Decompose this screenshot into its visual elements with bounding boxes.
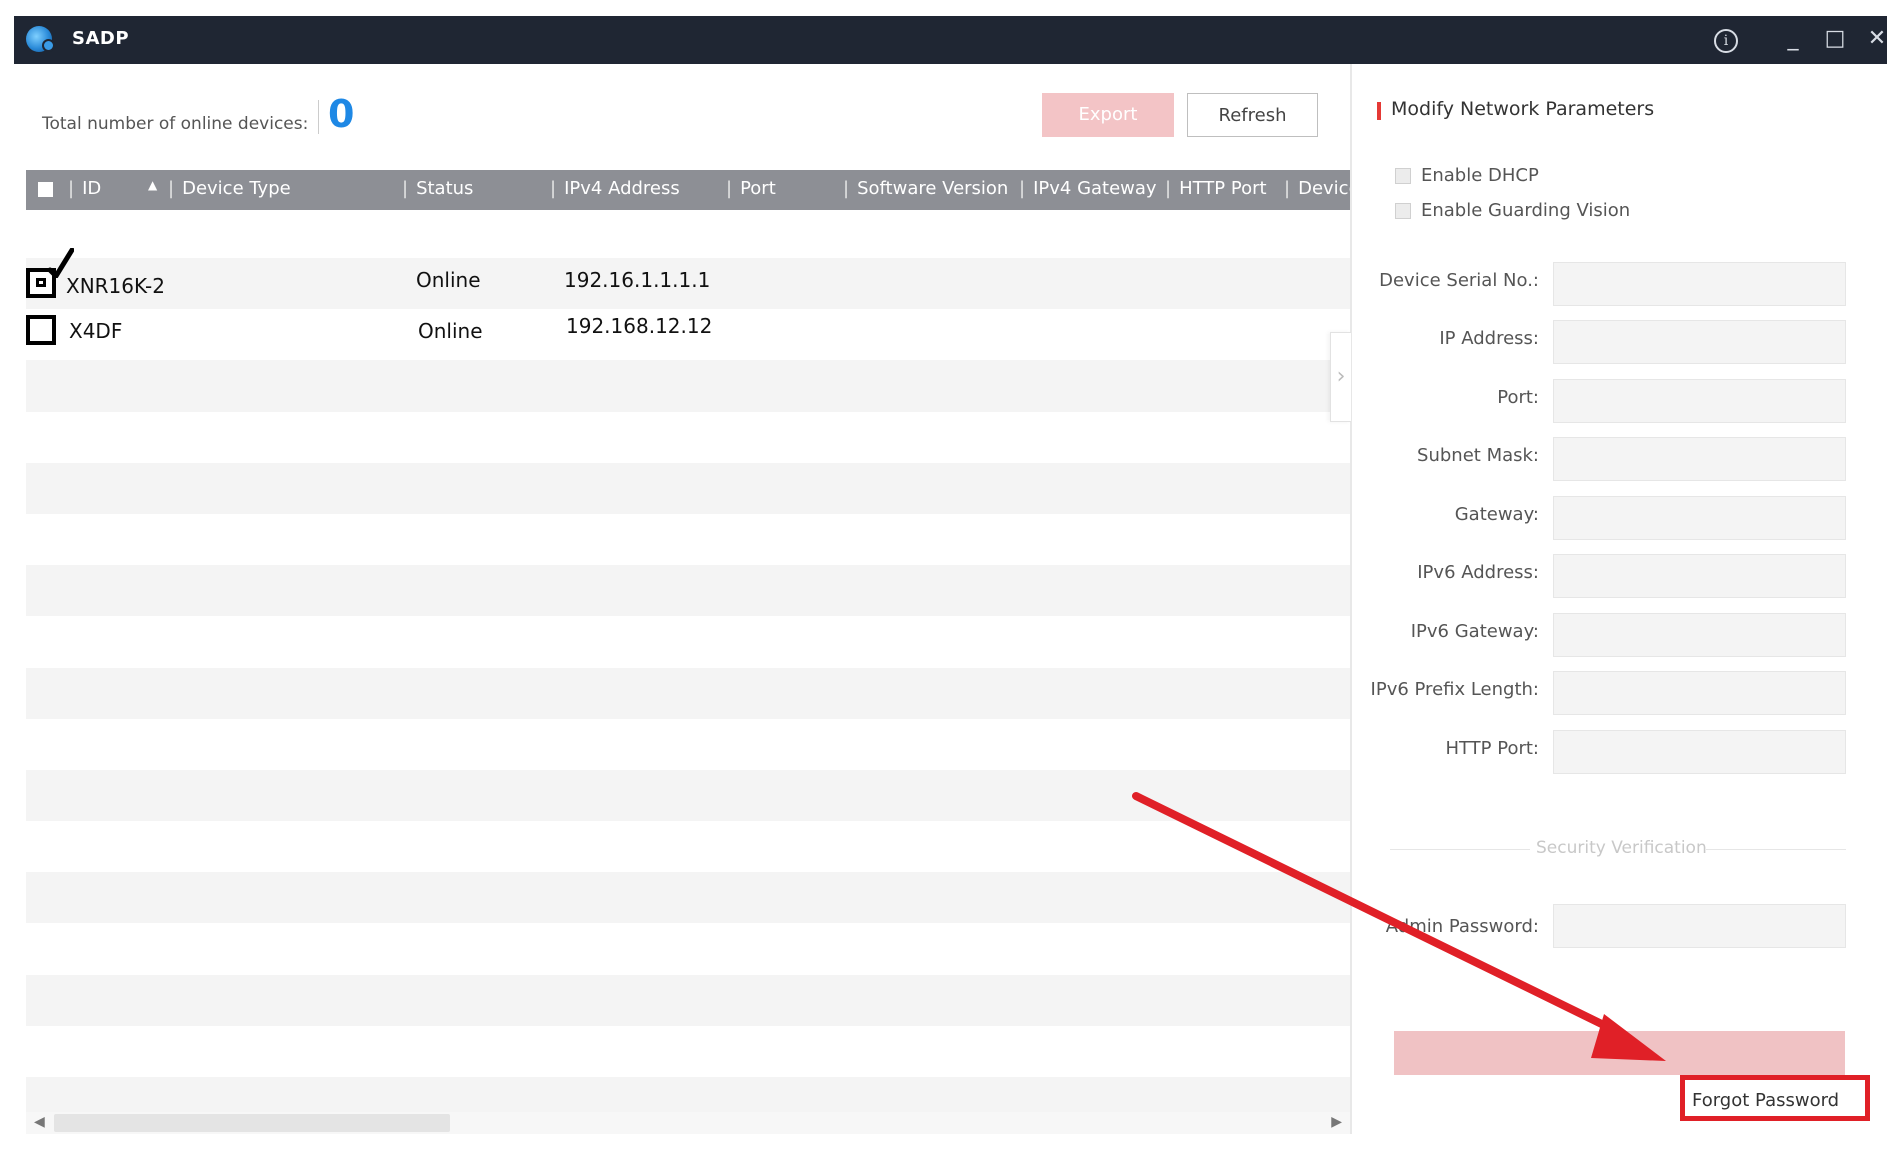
sort-asc-icon[interactable]: ▲ [148,178,157,192]
device-table-header: ID ▲ Device Type Status IPv4 Address Por… [26,170,1350,210]
info-icon[interactable]: i [1711,24,1741,54]
table-row [26,462,1350,514]
table-row [26,872,1350,924]
table-row [26,719,1350,770]
ip-address-label: IP Address: [1439,328,1539,349]
panel-title-accent [1377,102,1381,120]
device-id: X4DF [69,319,123,344]
table-row [26,923,1350,974]
serial-field[interactable] [1553,262,1846,306]
maximize-icon[interactable]: □ [1820,24,1850,54]
device-table-body: XNR16K-2 Online 192.16.1.1.1.1 X4DF Onli… [26,248,1350,1129]
table-row [26,667,1350,719]
subnet-mask-label: Subnet Mask: [1417,445,1539,466]
device-ipv4: 192.16.1.1.1.1 [564,268,711,292]
export-button[interactable]: Export [1042,93,1174,137]
ipv6-prefix-length-label: IPv6 Prefix Length: [1370,679,1539,700]
table-row [26,974,1350,1026]
table-row [26,1026,1350,1077]
panel-divider [1350,64,1352,1134]
gateway-field[interactable] [1553,496,1846,540]
minimize-icon[interactable]: _ [1778,24,1808,54]
row-checkbox[interactable] [26,315,56,346]
chevron-right-icon[interactable]: › [1330,332,1351,422]
enable-guarding-vision-label: Enable Guarding Vision [1421,200,1631,221]
enable-dhcp-label: Enable DHCP [1421,165,1539,186]
divider [1390,849,1530,850]
app-logo-icon [26,26,55,52]
select-all-checkbox[interactable] [38,182,53,197]
security-verification-heading: Security Verification [1536,838,1707,858]
http-port-field[interactable] [1553,730,1846,774]
panel-title: Modify Network Parameters [1391,98,1655,120]
column-header-device-type[interactable]: Device Type [168,178,291,199]
ipv6-address-field[interactable] [1553,554,1846,598]
gateway-label: Gateway: [1454,504,1539,525]
device-status: Online [418,319,483,344]
column-header-ipv4-gateway[interactable]: IPv4 Gateway [1019,178,1157,199]
ipv6-gateway-label: IPv6 Gateway: [1410,621,1539,642]
scroll-thumb[interactable] [54,1114,450,1132]
table-row [26,821,1350,872]
title-bar: SADP i _ □ ✕ [14,16,1887,64]
scroll-left-icon[interactable]: ◀ [34,1114,45,1130]
divider [1706,849,1846,850]
port-field[interactable] [1553,379,1846,423]
forgot-password-link[interactable]: Forgot Password [1692,1090,1839,1111]
online-devices-count: 0 [328,92,355,136]
scroll-right-icon[interactable]: ▶ [1331,1114,1342,1130]
table-row [26,616,1350,667]
device-ipv4: 192.168.12.12 [566,314,713,339]
app-title: SADP [72,28,130,49]
online-devices-label: Total number of online devices: [42,114,309,134]
table-row[interactable]: XNR16K-2 Online 192.16.1.1.1.1 [26,248,1350,310]
horizontal-scrollbar[interactable]: ◀ ▶ [26,1112,1350,1134]
subnet-mask-field[interactable] [1553,437,1846,481]
column-header-status[interactable]: Status [402,178,473,199]
divider [318,100,319,134]
admin-password-field[interactable] [1553,904,1846,948]
serial-label: Device Serial No.: [1379,270,1539,291]
column-header-id[interactable]: ID [68,178,101,199]
ipv6-gateway-field[interactable] [1553,613,1846,657]
refresh-button[interactable]: Refresh [1187,93,1318,137]
modify-button[interactable]: M [1394,1031,1845,1075]
column-header-ipv4-address[interactable]: IPv4 Address [550,178,680,199]
ipv6-prefix-length-field[interactable] [1553,671,1846,715]
close-icon[interactable]: ✕ [1862,24,1892,54]
table-row[interactable]: X4DF Online 192.168.12.12 [26,309,1350,360]
column-header-port[interactable]: Port [726,178,776,199]
port-label: Port: [1497,387,1539,408]
admin-password-label: Admin Password: [1385,916,1539,937]
table-row [26,514,1350,565]
device-id: XNR16K-2 [66,274,165,298]
table-row [26,360,1350,412]
ipv6-address-label: IPv6 Address: [1417,562,1539,583]
table-row [26,565,1350,617]
http-port-label: HTTP Port: [1445,738,1539,759]
table-row [26,412,1350,463]
column-header-device[interactable]: Device [1284,178,1350,199]
column-header-software-version[interactable]: Software Version [843,178,1008,199]
ip-address-field[interactable] [1553,320,1846,364]
table-row [26,769,1350,822]
column-header-http-port[interactable]: HTTP Port [1165,178,1266,199]
device-status: Online [416,268,481,292]
